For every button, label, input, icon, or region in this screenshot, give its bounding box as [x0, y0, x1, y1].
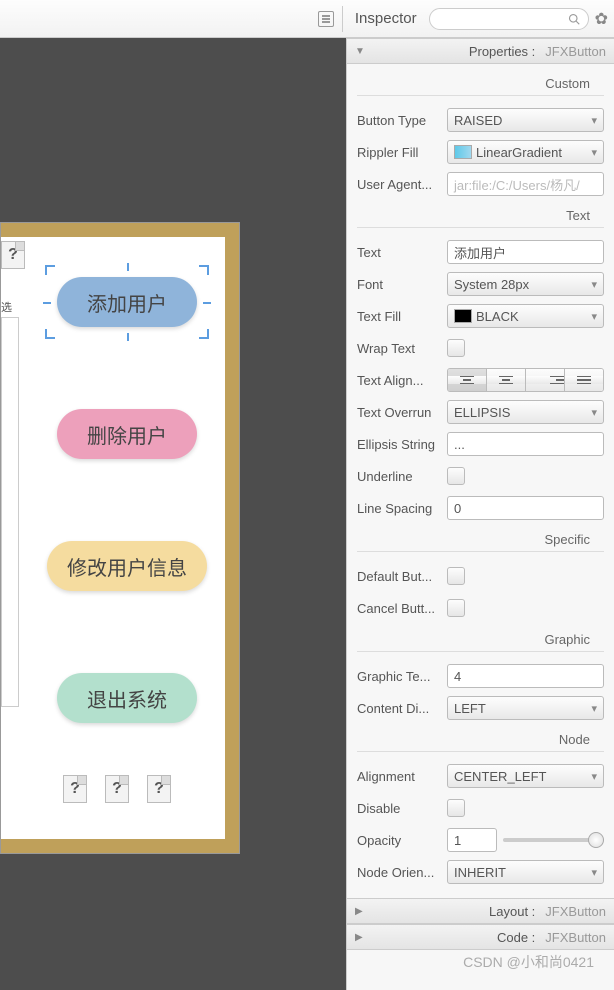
section-graphic: Graphic: [357, 624, 604, 652]
combo-font[interactable]: System 28px: [447, 272, 604, 296]
align-justify-icon: [565, 369, 603, 391]
label-text: Text: [357, 245, 439, 260]
label-rippler-fill: Rippler Fill: [357, 145, 439, 160]
label-node-orientation: Node Orien...: [357, 865, 439, 880]
accordion-code[interactable]: ▶ Code : JFXButton: [347, 924, 614, 950]
input-user-agent[interactable]: jar:file:/C:/Users/杨凡/: [447, 172, 604, 196]
document-icon[interactable]: [318, 11, 334, 27]
section-specific: Specific: [357, 524, 604, 552]
label-disable: Disable: [357, 801, 439, 816]
align-left-icon: [448, 369, 487, 391]
label-wrap-text: Wrap Text: [357, 341, 439, 356]
unknown-node-icon[interactable]: ?: [1, 241, 25, 269]
chevron-right-icon: ▶: [355, 932, 363, 943]
section-custom: Custom: [357, 68, 604, 96]
accordion-properties[interactable]: ▼ Properties : JFXButton: [347, 38, 614, 64]
checkbox-default-button[interactable]: [447, 567, 465, 585]
chevron-down-icon: ▼: [355, 46, 365, 57]
section-text: Text: [357, 200, 604, 228]
chevron-right-icon: ▶: [355, 906, 363, 917]
combo-text-overrun[interactable]: ELLIPSIS: [447, 400, 604, 424]
label-text-fill: Text Fill: [357, 309, 439, 324]
input-text[interactable]: 添加用户: [447, 240, 604, 264]
combo-button-type[interactable]: RAISED: [447, 108, 604, 132]
combo-alignment[interactable]: CENTER_LEFT: [447, 764, 604, 788]
label-text-align: Text Align...: [357, 373, 439, 388]
align-right-icon: [526, 369, 565, 391]
segmented-text-align[interactable]: [447, 368, 604, 392]
button-add-user[interactable]: 添加用户: [57, 277, 197, 327]
design-canvas[interactable]: ? 选 添加用户 删除用户 修改用户信息 退出系统 ? ? ?: [0, 38, 346, 990]
accordion-layout[interactable]: ▶ Layout : JFXButton: [347, 898, 614, 924]
checkbox-wrap-text[interactable]: [447, 339, 465, 357]
inspector-panel: ▼ Properties : JFXButton Custom Button T…: [346, 38, 614, 990]
input-opacity[interactable]: 1: [447, 828, 497, 852]
align-center-icon: [487, 369, 526, 391]
search-icon: [568, 13, 580, 25]
label-user-agent: User Agent...: [357, 177, 439, 192]
checkbox-underline[interactable]: [447, 467, 465, 485]
label-alignment: Alignment: [357, 769, 439, 784]
checkbox-disable[interactable]: [447, 799, 465, 817]
checkbox-cancel-button[interactable]: [447, 599, 465, 617]
label-font: Font: [357, 277, 439, 292]
label-graphic-text-gap: Graphic Te...: [357, 669, 439, 684]
label-button-type: Button Type: [357, 113, 439, 128]
unknown-node-icon[interactable]: ?: [63, 775, 87, 803]
inspector-title: Inspector: [343, 10, 429, 27]
input-graphic-text-gap[interactable]: 4: [447, 664, 604, 688]
unknown-node-icon[interactable]: ?: [105, 775, 129, 803]
slider-opacity[interactable]: [503, 838, 604, 842]
combo-content-display[interactable]: LEFT: [447, 696, 604, 720]
label-underline: Underline: [357, 469, 439, 484]
label-line-spacing: Line Spacing: [357, 501, 439, 516]
button-delete-user[interactable]: 删除用户: [57, 409, 197, 459]
scene-frame: ? 选 添加用户 删除用户 修改用户信息 退出系统 ? ? ?: [0, 222, 240, 854]
combo-text-fill[interactable]: BLACK: [447, 304, 604, 328]
label-default-button: Default But...: [357, 569, 439, 584]
label-text-overrun: Text Overrun: [357, 405, 439, 420]
button-exit[interactable]: 退出系统: [57, 673, 197, 723]
side-label: 选: [1, 299, 12, 315]
combo-node-orientation[interactable]: INHERIT: [447, 860, 604, 884]
swatch-icon: [454, 145, 472, 159]
swatch-icon: [454, 309, 472, 323]
label-ellipsis-string: Ellipsis String: [357, 437, 439, 452]
input-ellipsis-string[interactable]: ...: [447, 432, 604, 456]
combo-rippler-fill[interactable]: LinearGradient: [447, 140, 604, 164]
button-edit-user[interactable]: 修改用户信息: [47, 541, 207, 591]
toolbar: Inspector ✿: [0, 0, 614, 38]
unknown-node-icon[interactable]: ?: [147, 775, 171, 803]
label-content-display: Content Di...: [357, 701, 439, 716]
label-cancel-button: Cancel Butt...: [357, 601, 439, 616]
gear-icon[interactable]: ✿: [589, 9, 614, 29]
search-input[interactable]: [429, 8, 589, 30]
list-placeholder: [1, 317, 19, 707]
section-node: Node: [357, 724, 604, 752]
label-opacity: Opacity: [357, 833, 439, 848]
input-line-spacing[interactable]: 0: [447, 496, 604, 520]
